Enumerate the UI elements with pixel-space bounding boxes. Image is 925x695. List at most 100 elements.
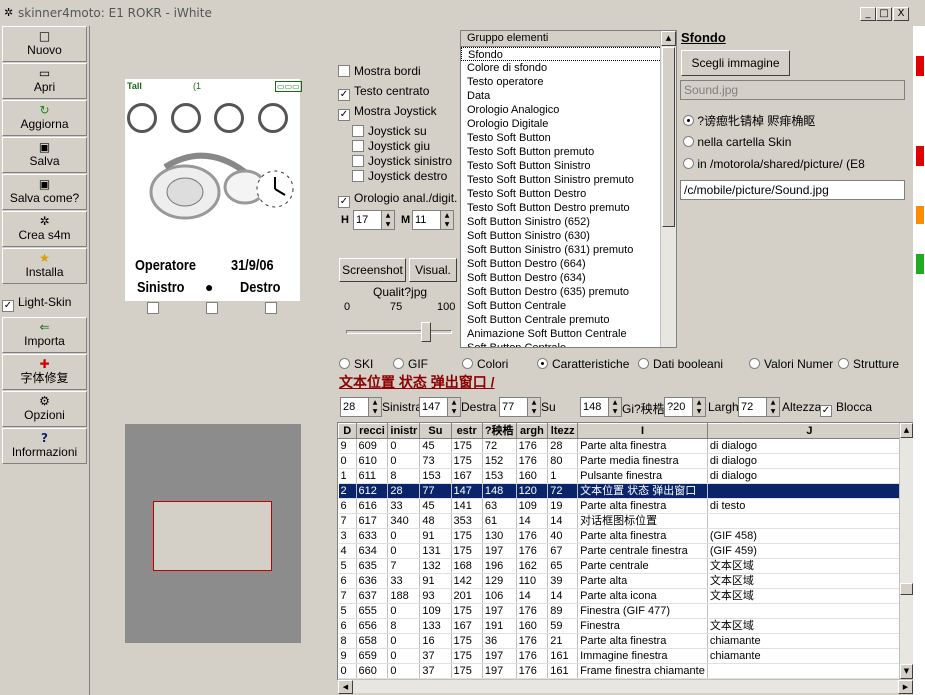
table-cell[interactable]: 5 (338, 603, 357, 619)
table-cell[interactable]: 153 (419, 468, 452, 484)
table-cell[interactable]: 文本区域 (707, 588, 912, 604)
table-cell[interactable]: 142 (451, 573, 483, 589)
spin-arrows-icon[interactable]: ▲ ▼ (440, 211, 453, 229)
table-cell[interactable]: 141 (451, 498, 483, 514)
spin-arrows-icon[interactable]: ▲ ▼ (692, 398, 705, 416)
table-cell[interactable]: 7 (338, 588, 357, 604)
group-list-item[interactable]: Testo Soft Button Sinistro (461, 159, 676, 173)
table-cell[interactable]: 0 (387, 528, 421, 544)
table-cell[interactable]: di dialogo (707, 453, 912, 469)
table-cell[interactable] (707, 513, 912, 529)
table-cell[interactable]: 635 (356, 558, 389, 574)
table-row[interactable]: 7 617 340 48 353 61 14 14 对话框图标位置 (338, 513, 912, 529)
table-cell[interactable]: 167 (451, 618, 483, 634)
radio-option-shared-picture[interactable]: in /motorola/shared/picture/ (E8 (683, 157, 913, 171)
options-button[interactable]: ⚙ Opzioni (2, 391, 87, 427)
table-cell[interactable]: 175 (451, 603, 483, 619)
table-cell[interactable]: 1 (547, 468, 579, 484)
table-cell[interactable]: 0 (387, 543, 421, 559)
table-cell[interactable]: chiamante (707, 633, 912, 649)
tab-2[interactable]: Colori (462, 357, 508, 371)
table-cell[interactable]: 28 (547, 438, 579, 454)
table-cell[interactable]: 340 (387, 513, 421, 529)
tab-4[interactable]: Dati booleani (638, 357, 723, 371)
table-cell[interactable]: 656 (356, 618, 389, 634)
save-button[interactable]: ▣ Salva (2, 137, 87, 173)
table-cell[interactable]: 176 (516, 438, 549, 454)
tab-0[interactable]: SKI (339, 357, 373, 371)
element-table[interactable]: Drecci inistr Su estr ?秧梏 argh ltezz I J 9 609 0 45… (337, 422, 913, 680)
table-cell[interactable]: 175 (451, 663, 483, 679)
table-cell[interactable]: 21 (547, 633, 579, 649)
table-cell[interactable]: 106 (482, 588, 517, 604)
scroll-down-icon[interactable]: ▼ (900, 664, 913, 679)
radio-option-1[interactable]: ?谤瘛牝锖棹 赆痱桷眍 (683, 112, 913, 129)
table-cell[interactable]: 5 (338, 558, 357, 574)
table-cell[interactable]: 33 (387, 573, 421, 589)
maximize-button[interactable]: □ (876, 7, 892, 21)
table-cell[interactable]: 6 (338, 573, 357, 589)
table-cell[interactable]: 9 (338, 438, 357, 454)
spin-arrows-icon[interactable]: ▲ ▼ (527, 398, 540, 416)
table-cell[interactable]: 91 (419, 528, 452, 544)
table-cell[interactable]: 147 (451, 483, 483, 499)
table-cell[interactable]: 167 (451, 468, 483, 484)
table-cell[interactable]: 175 (451, 648, 483, 664)
group-list-item[interactable]: Testo Soft Button Sinistro premuto (461, 173, 676, 187)
top-spinner[interactable]: 148 ▲ ▼ (580, 397, 622, 417)
group-list-scrollbar[interactable]: ▲ (660, 31, 676, 347)
table-cell[interactable]: 文本位置 状态 弹出窗口 (577, 483, 708, 499)
group-list-item[interactable]: Soft Button Centrale (461, 299, 676, 313)
table-cell[interactable]: 176 (516, 543, 549, 559)
group-list-item[interactable]: Soft Button Destro (635) premuto (461, 285, 676, 299)
table-cell[interactable]: 19 (547, 498, 579, 514)
group-list-item[interactable]: Sfondo (461, 47, 676, 61)
table-cell[interactable]: 4 (338, 543, 357, 559)
info-button[interactable]: ? Informazioni (2, 428, 87, 464)
table-cell[interactable]: Frame finestra chiamante (577, 663, 708, 679)
table-cell[interactable]: 176 (516, 633, 549, 649)
table-cell[interactable]: 109 (516, 498, 549, 514)
table-cell[interactable]: 89 (547, 603, 579, 619)
table-cell[interactable]: 611 (356, 468, 389, 484)
table-cell[interactable]: (GIF 459) (707, 543, 912, 559)
minute-spinner[interactable]: 11 ▲ ▼ (412, 210, 454, 230)
quality-slider-track[interactable] (346, 330, 452, 334)
table-cell[interactable]: 33 (387, 498, 421, 514)
table-cell[interactable]: 63 (482, 498, 517, 514)
table-row[interactable]: 1 611 8 153 167 153 160 1 Pulsante finestra di di… (338, 468, 912, 484)
table-cell[interactable]: 201 (451, 588, 483, 604)
table-cell[interactable]: Parte alta finestra (577, 633, 708, 649)
group-list-item[interactable]: Animazione Soft Button Centrale (461, 327, 676, 341)
table-cell[interactable]: Parte alta icona (577, 588, 708, 604)
table-cell[interactable]: 655 (356, 603, 389, 619)
spin-arrows-icon[interactable]: ▲ ▼ (447, 398, 460, 416)
table-cell[interactable]: 1 (338, 468, 357, 484)
table-cell[interactable]: 636 (356, 573, 389, 589)
table-cell[interactable]: 153 (482, 468, 517, 484)
table-cell[interactable]: 616 (356, 498, 389, 514)
table-row[interactable]: 3 633 0 91 175 130 176 40 Parte alta finestra (GI… (338, 528, 912, 544)
table-row[interactable]: 7 637 188 93 201 106 14 14 Parte alta icona 文本区域 (338, 588, 912, 604)
table-hscrollbar[interactable]: ◀ ▶ (338, 679, 913, 694)
table-cell[interactable]: 0 (338, 663, 357, 679)
group-list-item[interactable]: Soft Button Sinistro (631) premuto (461, 243, 676, 257)
table-cell[interactable]: Parte alta finestra (577, 528, 708, 544)
table-cell[interactable]: 176 (516, 663, 549, 679)
table-cell[interactable]: 2 (338, 483, 357, 499)
left-spinner[interactable]: 147 ▲ ▼ (419, 397, 461, 417)
table-cell[interactable]: Parte alta (577, 573, 708, 589)
table-cell[interactable]: 196 (482, 558, 517, 574)
show-joystick-checkbox[interactable]: ✓ Mostra Joystick (338, 104, 454, 121)
table-cell[interactable]: Finestra (GIF 477) (577, 603, 708, 619)
column-header[interactable]: ?秧梏 (481, 423, 517, 439)
table-cell[interactable]: 8 (387, 468, 421, 484)
table-cell[interactable]: 175 (451, 543, 483, 559)
group-list-item[interactable]: Orologio Analogico (461, 103, 676, 117)
bottom-spinner[interactable]: ?20 ▲ ▼ (664, 397, 706, 417)
spin-arrows-icon[interactable]: ▲ ▼ (608, 398, 621, 416)
spin-arrows-icon[interactable]: ▲ ▼ (368, 398, 381, 416)
table-cell[interactable]: chiamante (707, 648, 912, 664)
table-cell[interactable]: 39 (547, 573, 579, 589)
table-cell[interactable]: 612 (356, 483, 389, 499)
